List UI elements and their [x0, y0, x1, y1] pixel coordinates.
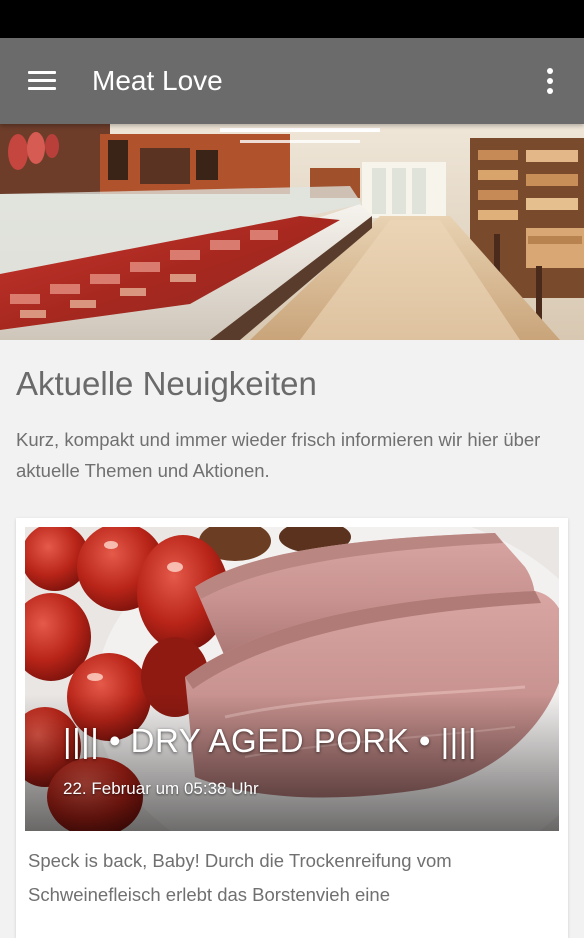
status-bar	[0, 0, 584, 38]
app-bar: Meat Love	[0, 38, 584, 124]
news-card[interactable]: |||| • DRY AGED PORK • |||| 22. Februar …	[16, 518, 568, 938]
app-title: Meat Love	[92, 65, 223, 96]
news-date: 22. Februar um 05:38 Uhr	[63, 779, 259, 798]
hero-image	[0, 124, 584, 340]
news-image[interactable]: |||| • DRY AGED PORK • |||| 22. Februar …	[25, 527, 559, 831]
hamburger-menu-icon[interactable]	[24, 66, 60, 96]
section-intro: Kurz, kompakt und immer wieder frisch in…	[16, 429, 541, 481]
news-title: |||| • DRY AGED PORK • ||||	[63, 722, 477, 759]
section-heading: Aktuelle Neuigkeiten	[16, 365, 317, 402]
news-excerpt: Speck is back, Baby! Durch die Trockenre…	[28, 850, 452, 905]
more-vertical-icon[interactable]	[534, 64, 566, 98]
